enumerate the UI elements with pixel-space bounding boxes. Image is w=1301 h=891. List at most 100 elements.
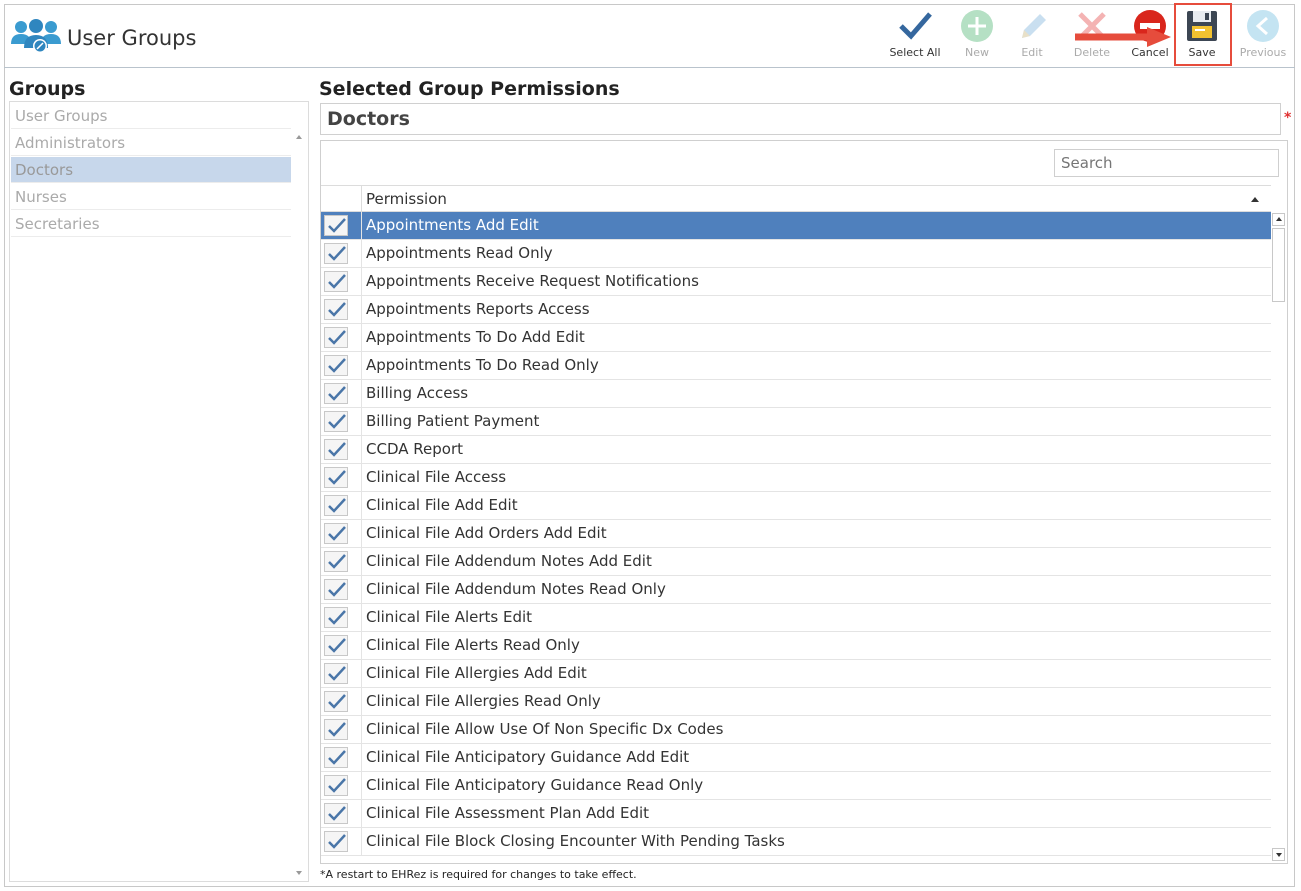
- table-row[interactable]: Clinical File Alerts Edit: [321, 604, 1271, 632]
- group-item-nurses[interactable]: Nurses: [11, 184, 291, 210]
- save-highlight-box: [1174, 3, 1232, 66]
- table-row[interactable]: Billing Patient Payment: [321, 408, 1271, 436]
- permission-checkbox[interactable]: [324, 691, 348, 712]
- checkmark-icon: [328, 330, 346, 345]
- checkmark-icon: [328, 526, 346, 541]
- permission-label: Clinical File Assessment Plan Add Edit: [366, 804, 650, 822]
- previous-label: Previous: [1239, 46, 1287, 59]
- checkmark-icon: [328, 442, 346, 457]
- permission-checkbox[interactable]: [324, 747, 348, 768]
- group-item-administrators[interactable]: Administrators: [11, 130, 291, 156]
- sort-ascending-icon[interactable]: [1251, 197, 1259, 202]
- permission-label: Appointments To Do Add Edit: [366, 328, 585, 346]
- table-row[interactable]: Clinical File Allergies Read Only: [321, 688, 1271, 716]
- group-item-user-groups[interactable]: User Groups: [11, 103, 291, 129]
- permission-label: Appointments Read Only: [366, 244, 553, 262]
- permission-checkbox[interactable]: [324, 467, 348, 488]
- checkmark-icon: [328, 274, 346, 289]
- group-item-doctors[interactable]: Doctors: [11, 157, 291, 183]
- checkmark-icon: [328, 806, 346, 821]
- table-row[interactable]: Appointments Read Only: [321, 240, 1271, 268]
- permission-checkbox[interactable]: [324, 803, 348, 824]
- permission-label: Clinical File Block Closing Encounter Wi…: [366, 832, 785, 850]
- select-all-button[interactable]: Select All: [884, 4, 946, 60]
- permission-label: Appointments To Do Read Only: [366, 356, 599, 374]
- table-row[interactable]: Clinical File Assessment Plan Add Edit: [321, 800, 1271, 828]
- scroll-down-icon[interactable]: [296, 871, 302, 875]
- table-row[interactable]: Appointments Reports Access: [321, 296, 1271, 324]
- new-button[interactable]: New: [955, 4, 999, 60]
- permission-checkbox[interactable]: [324, 663, 348, 684]
- table-row[interactable]: Clinical File Anticipatory Guidance Add …: [321, 744, 1271, 772]
- table-row[interactable]: Clinical File Block Closing Encounter Wi…: [321, 828, 1271, 856]
- permission-column-header[interactable]: Permission: [321, 185, 1271, 212]
- column-divider: [361, 828, 362, 856]
- required-marker: *: [1284, 110, 1292, 126]
- permission-checkbox[interactable]: [324, 411, 348, 432]
- table-row[interactable]: Appointments Receive Request Notificatio…: [321, 268, 1271, 296]
- permission-checkbox[interactable]: [324, 355, 348, 376]
- permission-checkbox[interactable]: [324, 299, 348, 320]
- table-row[interactable]: Appointments Add Edit: [321, 212, 1271, 240]
- permission-checkbox[interactable]: [324, 243, 348, 264]
- checkbox-column-header[interactable]: [321, 186, 362, 211]
- permission-checkbox[interactable]: [324, 383, 348, 404]
- checkmark-icon: [328, 778, 346, 793]
- table-row[interactable]: Clinical File Allergies Add Edit: [321, 660, 1271, 688]
- table-row[interactable]: Billing Access: [321, 380, 1271, 408]
- scroll-thumb[interactable]: [1272, 228, 1285, 302]
- column-divider: [361, 548, 362, 576]
- table-row[interactable]: Clinical File Addendum Notes Add Edit: [321, 548, 1271, 576]
- permission-checkbox[interactable]: [324, 215, 348, 236]
- permission-checkbox[interactable]: [324, 271, 348, 292]
- permission-checkbox[interactable]: [324, 775, 348, 796]
- column-divider: [361, 688, 362, 716]
- permission-label: Clinical File Anticipatory Guidance Read…: [366, 776, 704, 794]
- column-divider: [361, 212, 362, 240]
- permission-checkbox[interactable]: [324, 607, 348, 628]
- column-divider: [361, 464, 362, 492]
- groups-scrollbar[interactable]: [291, 102, 308, 881]
- table-row[interactable]: Appointments To Do Add Edit: [321, 324, 1271, 352]
- permission-rows: Appointments Add Edit Appointments Read O…: [321, 212, 1271, 862]
- table-row[interactable]: Clinical File Add Orders Add Edit: [321, 520, 1271, 548]
- scroll-up-icon[interactable]: [296, 135, 302, 139]
- group-name-field[interactable]: Doctors: [320, 103, 1281, 135]
- column-divider: [361, 408, 362, 436]
- group-item-secretaries[interactable]: Secretaries: [11, 211, 291, 237]
- table-row[interactable]: Clinical File Add Edit: [321, 492, 1271, 520]
- permission-checkbox[interactable]: [324, 579, 348, 600]
- edit-button[interactable]: Edit: [1010, 4, 1054, 60]
- grid-scrollbar[interactable]: [1271, 212, 1287, 862]
- permission-checkbox[interactable]: [324, 635, 348, 656]
- permission-checkbox[interactable]: [324, 551, 348, 572]
- permission-label: Clinical File Alerts Edit: [366, 608, 533, 626]
- permission-checkbox[interactable]: [324, 719, 348, 740]
- table-row[interactable]: Clinical File Access: [321, 464, 1271, 492]
- column-divider: [361, 492, 362, 520]
- permission-label: Clinical File Allergies Read Only: [366, 692, 601, 710]
- previous-button[interactable]: Previous: [1238, 4, 1288, 60]
- permission-checkbox[interactable]: [324, 439, 348, 460]
- table-row[interactable]: Clinical File Alerts Read Only: [321, 632, 1271, 660]
- scroll-up-icon: [1276, 217, 1282, 221]
- table-row[interactable]: Appointments To Do Read Only: [321, 352, 1271, 380]
- checkmark-icon: [328, 834, 346, 849]
- table-row[interactable]: Clinical File Allow Use Of Non Specific …: [321, 716, 1271, 744]
- column-divider: [361, 324, 362, 352]
- scroll-down-button[interactable]: [1272, 848, 1285, 861]
- permission-checkbox[interactable]: [324, 831, 348, 852]
- permission-label: Clinical File Allergies Add Edit: [366, 664, 587, 682]
- scroll-up-button[interactable]: [1272, 213, 1285, 226]
- permission-checkbox[interactable]: [324, 327, 348, 348]
- table-row[interactable]: CCDA Report: [321, 436, 1271, 464]
- checkmark-icon: [328, 386, 346, 401]
- table-row[interactable]: Clinical File Addendum Notes Read Only: [321, 576, 1271, 604]
- permission-checkbox[interactable]: [324, 523, 348, 544]
- checkmark-icon: [328, 470, 346, 485]
- column-divider: [361, 436, 362, 464]
- permission-checkbox[interactable]: [324, 495, 348, 516]
- search-input[interactable]: [1054, 149, 1279, 177]
- table-row[interactable]: Clinical File Anticipatory Guidance Read…: [321, 772, 1271, 800]
- checkmark-icon: [328, 414, 346, 429]
